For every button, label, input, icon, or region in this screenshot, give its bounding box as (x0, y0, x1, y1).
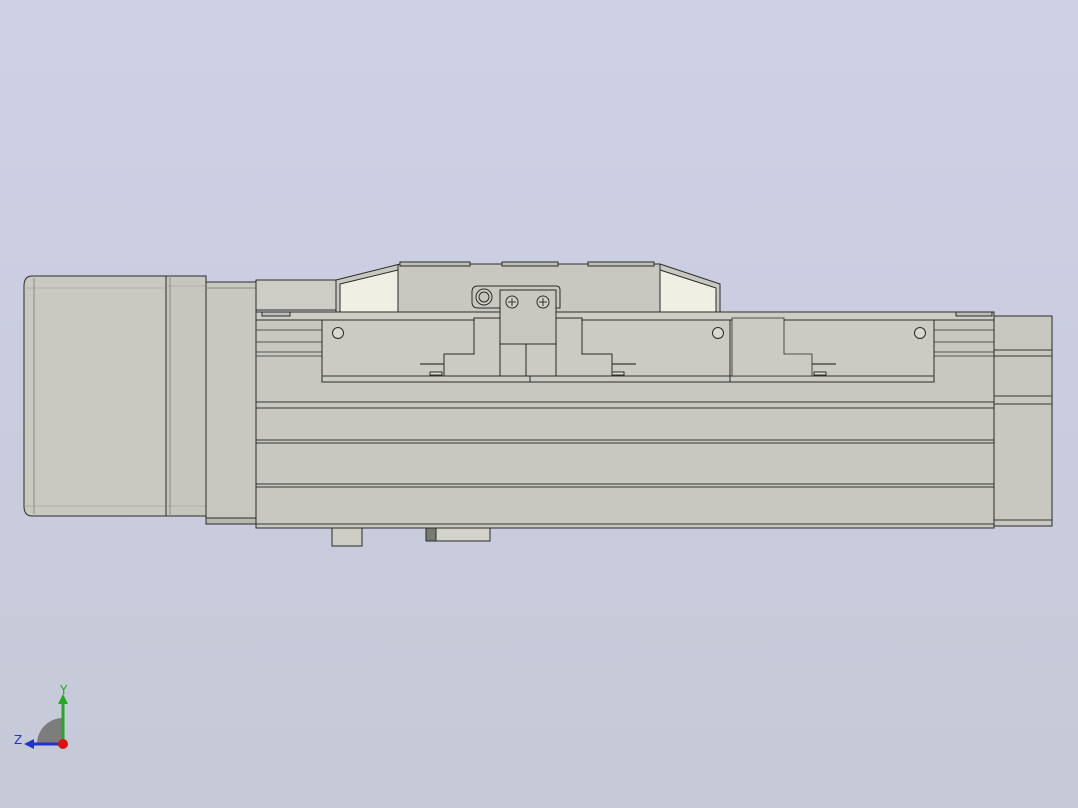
sensor-connector[interactable] (425, 527, 491, 542)
cable-connector[interactable] (331, 527, 363, 547)
linear-actuator-model[interactable] (0, 0, 1078, 808)
cover-plate[interactable] (321, 319, 935, 383)
y-axis-label: Y (59, 684, 68, 697)
graphics-viewport[interactable]: Y Z (0, 0, 1078, 808)
end-cap[interactable] (993, 315, 1053, 527)
x-axis-point-icon (58, 739, 68, 749)
motor-body[interactable] (23, 275, 167, 517)
screw-head[interactable] (536, 295, 550, 309)
motor-flange[interactable] (165, 275, 207, 517)
coupling-housing[interactable] (205, 281, 257, 525)
triad-plane-indicator (37, 718, 63, 744)
z-axis-label: Z (14, 733, 22, 747)
z-axis-arrow-icon (24, 739, 34, 749)
view-orientation-triad[interactable]: Y Z (10, 684, 80, 754)
screw-head[interactable] (505, 295, 519, 309)
